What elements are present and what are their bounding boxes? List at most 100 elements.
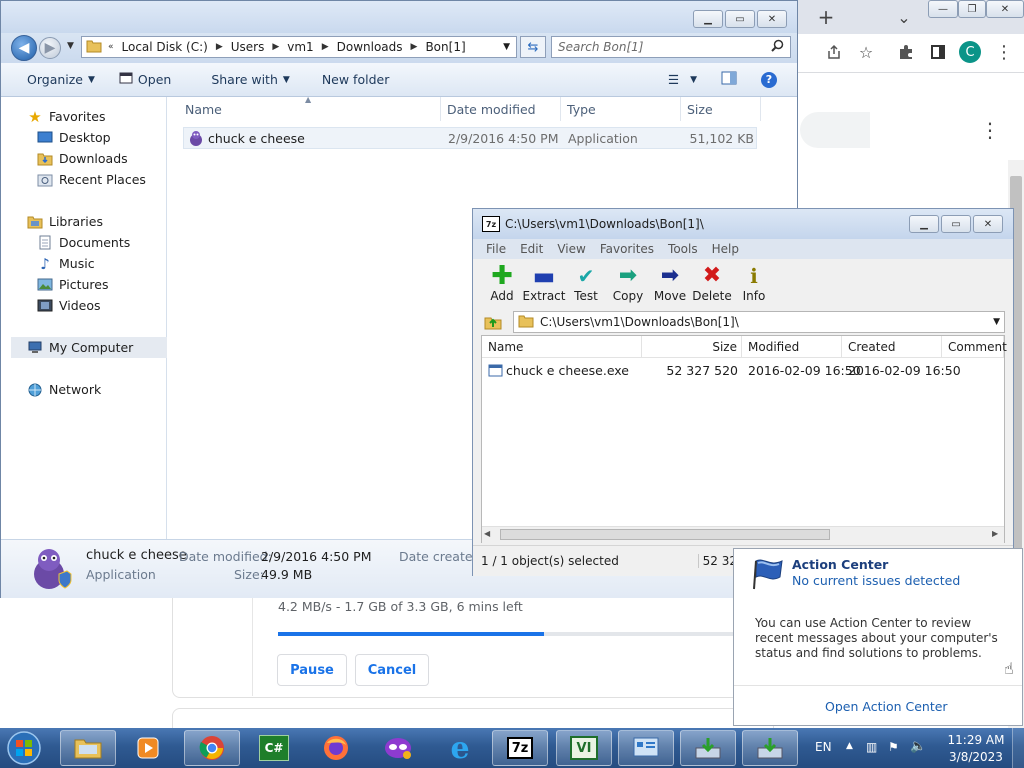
column-header-date-modified[interactable]: Date modified [441, 97, 561, 121]
nav-music[interactable]: ♪ Music [37, 253, 94, 274]
downloads-search-pill[interactable] [800, 112, 870, 148]
nav-network[interactable]: Network [27, 379, 101, 400]
explorer-titlebar[interactable]: ▁ ▭ ✕ [1, 1, 797, 33]
copy-button[interactable]: ➡ Copy [605, 263, 651, 303]
menu-tools[interactable]: Tools [661, 242, 705, 256]
nav-libraries[interactable]: Libraries [27, 211, 103, 232]
breadcrumb-local-disk[interactable]: Local Disk (C:) [116, 40, 214, 54]
delete-button[interactable]: ✖ Delete [689, 263, 735, 303]
move-button[interactable]: ➡ Move [647, 263, 693, 303]
nav-pictures[interactable]: Pictures [37, 274, 109, 295]
sz-column-size[interactable]: Size [642, 336, 742, 358]
file-row[interactable]: chuck e cheese 2/9/2016 4:50 PM Applicat… [183, 127, 757, 149]
nav-videos[interactable]: Videos [37, 295, 101, 316]
downloads-more-icon[interactable]: ⋮ [976, 116, 1004, 144]
taskbar-firefox[interactable] [308, 730, 364, 766]
scroll-right-icon[interactable]: ▶ [992, 529, 998, 538]
extract-button[interactable]: ▬ Extract [521, 263, 567, 303]
organize-button[interactable]: Organize ▼ [15, 72, 107, 87]
nav-downloads[interactable]: Downloads [37, 148, 128, 169]
chrome-menu-icon[interactable]: ⋮ [990, 38, 1018, 66]
menu-view[interactable]: View [550, 242, 592, 256]
chevron-right-icon[interactable]: ▶ [270, 42, 281, 52]
breadcrumb-users[interactable]: Users [225, 40, 271, 54]
refresh-icon[interactable]: ⇆ [520, 36, 546, 58]
language-indicator[interactable]: EN [815, 740, 832, 754]
sz-horizontal-scrollbar[interactable]: ◀ ▶ [482, 526, 1004, 543]
taskbar-download-app-1[interactable] [680, 730, 736, 766]
taskbar-media-player[interactable] [120, 730, 176, 766]
share-icon[interactable] [820, 38, 848, 66]
add-button[interactable]: ✚ Add [479, 263, 525, 303]
new-folder-button[interactable]: New folder [310, 72, 402, 87]
scroll-left-icon[interactable]: ◀ [484, 529, 490, 538]
sz-scroll-thumb[interactable] [500, 529, 830, 540]
taskbar-mask-app[interactable] [370, 730, 426, 766]
sz-column-comment[interactable]: Comment [942, 336, 1007, 358]
open-button[interactable]: Open [107, 72, 183, 87]
volume-icon[interactable]: 🔈 [910, 739, 926, 754]
taskbar-internet-explorer[interactable]: e [432, 730, 488, 766]
nav-desktop[interactable]: Desktop [37, 127, 111, 148]
menu-help[interactable]: Help [705, 242, 746, 256]
taskbar-download-app-2[interactable] [742, 730, 798, 766]
preview-pane-button[interactable] [709, 71, 749, 88]
chevron-right-icon[interactable]: ▶ [320, 42, 331, 52]
taskbar-7zip[interactable]: 7z [492, 730, 548, 766]
nav-documents[interactable]: Documents [37, 232, 130, 253]
view-options-button[interactable]: ☰ ▼ [656, 72, 709, 87]
explorer-maximize-button[interactable]: ▭ [725, 10, 755, 28]
sevenzip-close-button[interactable]: ✕ [973, 215, 1003, 233]
back-button[interactable]: ◀ [11, 35, 37, 61]
help-button[interactable]: ? [749, 71, 789, 88]
taskbar-control-panel[interactable] [618, 730, 674, 766]
taskbar-csharp-app[interactable]: C# [246, 730, 302, 766]
chevron-down-icon[interactable]: ▼ [993, 317, 1000, 327]
column-header-size[interactable]: Size [681, 97, 761, 121]
sevenzip-minimize-button[interactable]: ▁ [909, 215, 939, 233]
sz-column-name[interactable]: Name [482, 336, 642, 358]
menu-file[interactable]: File [479, 242, 513, 256]
folder-up-icon[interactable] [483, 313, 503, 331]
menu-edit[interactable]: Edit [513, 242, 550, 256]
chrome-minimize-button[interactable]: — [928, 0, 958, 18]
explorer-close-button[interactable]: ✕ [757, 10, 787, 28]
taskbar-explorer[interactable] [60, 730, 116, 766]
cancel-button[interactable]: Cancel [355, 654, 429, 686]
pause-button[interactable]: Pause [277, 654, 347, 686]
extensions-puzzle-icon[interactable] [892, 38, 920, 66]
bookmark-star-icon[interactable]: ☆ [852, 38, 880, 66]
breadcrumb-bon1[interactable]: Bon[1] [419, 40, 471, 54]
info-button[interactable]: ℹ Info [731, 263, 777, 303]
address-dropdown-icon[interactable]: ▼ [503, 42, 510, 52]
chrome-restore-button[interactable]: ❐ [958, 0, 986, 18]
explorer-minimize-button[interactable]: ▁ [693, 10, 723, 28]
breadcrumb-vm1[interactable]: vm1 [281, 40, 319, 54]
taskbar-chrome[interactable] [184, 730, 240, 766]
chrome-close-button[interactable]: ✕ [986, 0, 1024, 18]
side-panel-icon[interactable] [924, 38, 952, 66]
nav-favorites[interactable]: ★ Favorites [27, 106, 105, 127]
breadcrumb-overflow[interactable]: « [106, 42, 116, 52]
nav-recent-places[interactable]: Recent Places [37, 169, 146, 190]
tray-date[interactable]: 3/8/2023 [946, 750, 1006, 764]
breadcrumb-downloads[interactable]: Downloads [331, 40, 409, 54]
table-row[interactable]: chuck e cheese.exe 52 327 520 2016-02-09… [482, 360, 1004, 380]
column-header-type[interactable]: Type [561, 97, 681, 121]
network-tray-icon[interactable]: ▥ [866, 740, 877, 754]
open-action-center-link[interactable]: Open Action Center [825, 699, 948, 714]
forward-button[interactable]: ▶ [39, 37, 61, 59]
search-input[interactable]: Search Bon[1] [551, 36, 791, 58]
address-bar[interactable]: « Local Disk (C:) ▶ Users ▶ vm1 ▶ Downlo… [81, 36, 517, 58]
test-button[interactable]: ✔ Test [563, 263, 609, 303]
start-button[interactable] [4, 730, 44, 766]
sevenzip-maximize-button[interactable]: ▭ [941, 215, 971, 233]
tray-time[interactable]: 11:29 AM [946, 733, 1006, 747]
nav-my-computer[interactable]: My Computer [11, 337, 181, 358]
show-desktop-button[interactable] [1012, 728, 1024, 768]
share-with-button[interactable]: Share with ▼ [199, 72, 302, 87]
tab-search-button[interactable]: ⌄ [890, 3, 918, 31]
chevron-right-icon[interactable]: ▶ [214, 42, 225, 52]
recent-pages-chevron-icon[interactable]: ▼ [67, 41, 74, 51]
new-tab-button[interactable]: + [812, 3, 840, 31]
